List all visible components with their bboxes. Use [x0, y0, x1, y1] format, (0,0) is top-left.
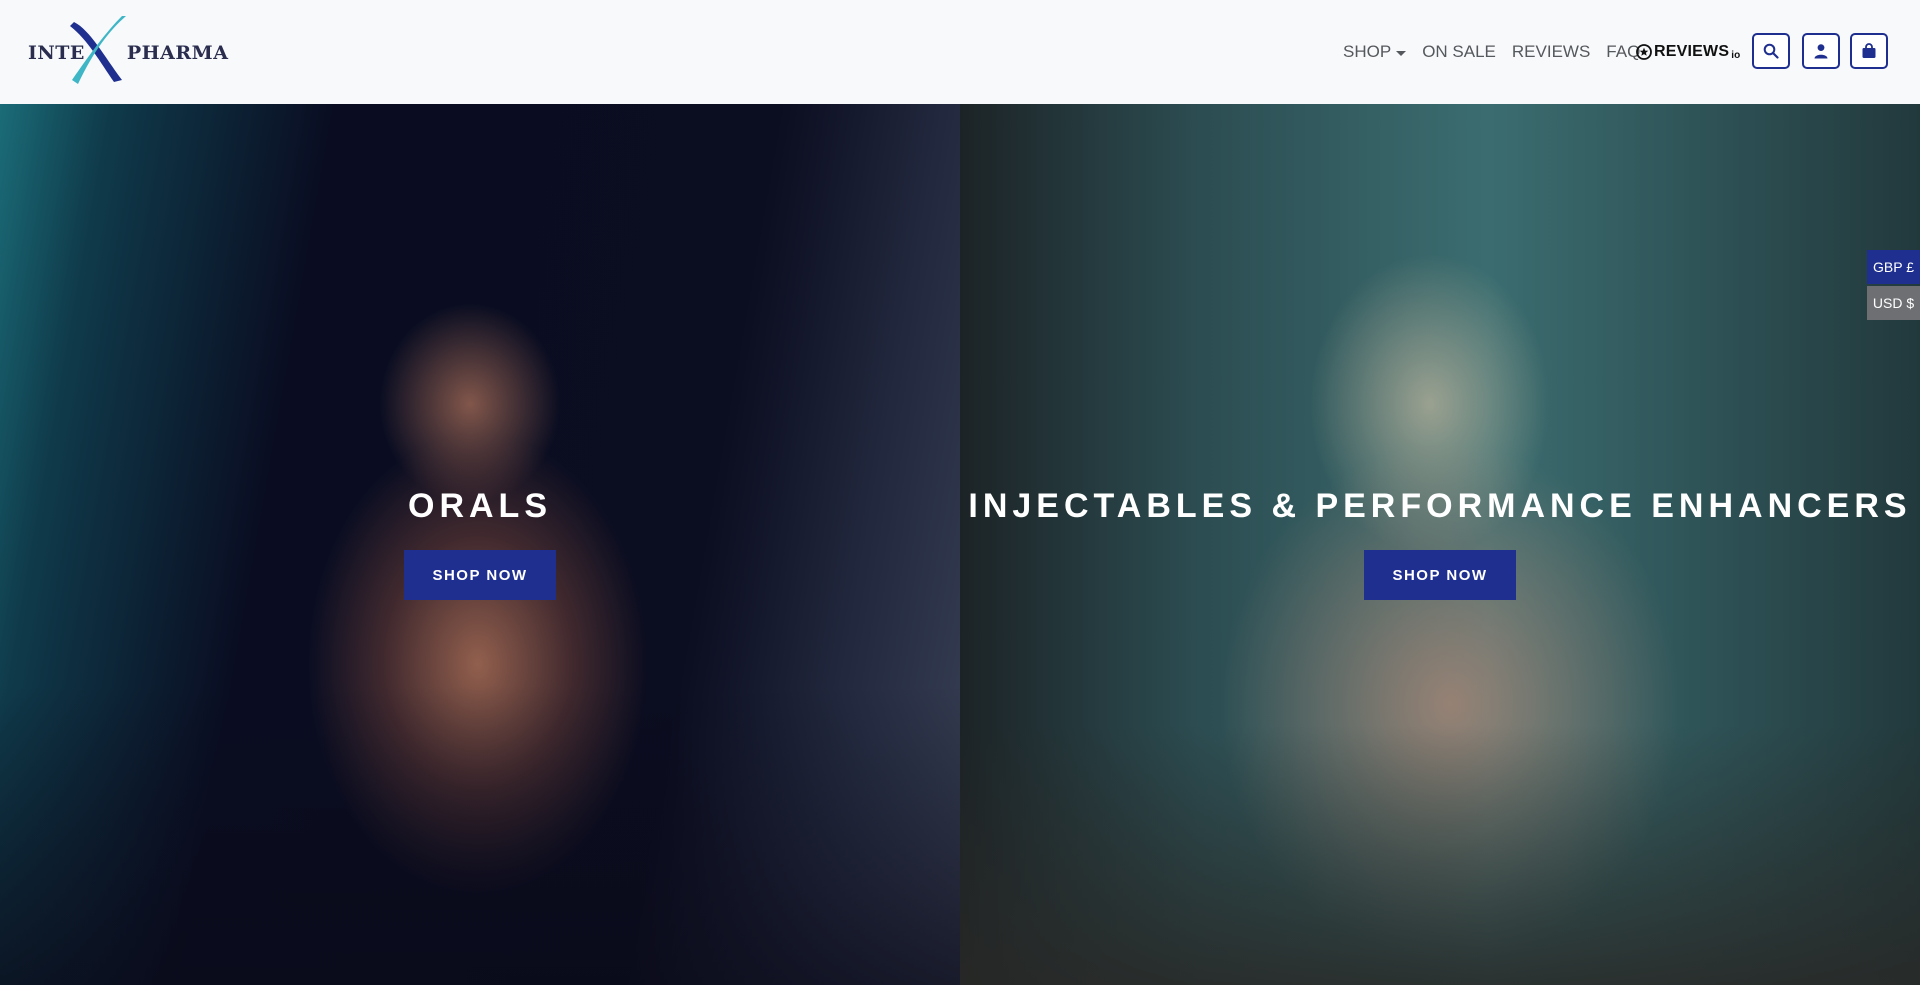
hero-title-injectables: INJECTABLES & PERFORMANCE ENHANCERS — [968, 487, 1912, 525]
logo-text-right: PHARMA — [126, 42, 229, 64]
nav-item-reviews[interactable]: REVIEWS — [1512, 42, 1590, 62]
shop-now-injectables-button[interactable]: SHOP NOW — [1364, 550, 1516, 600]
reviews-badge-text: REVIEWS — [1654, 43, 1730, 60]
nav-item-shop[interactable]: SHOP — [1343, 42, 1407, 62]
main-nav: SHOP ON SALE REVIEWS FAQ — [1343, 40, 1640, 64]
hero-title-orals: ORALS — [408, 487, 552, 525]
caret-down-icon — [1396, 50, 1407, 56]
nav-item-shop-label: SHOP — [1343, 42, 1392, 61]
search-button[interactable] — [1752, 33, 1790, 69]
search-icon — [1763, 43, 1779, 59]
shopping-bag-icon — [1862, 43, 1876, 58]
x-mark-icon — [70, 16, 126, 84]
cart-button[interactable] — [1850, 33, 1888, 69]
site-header: INTE PHARMA SHOP ON SALE REVIEWS FAQ REVI… — [0, 0, 1920, 105]
hero-panel-orals: ORALS SHOP NOW — [0, 104, 960, 985]
nav-item-on-sale[interactable]: ON SALE — [1422, 42, 1496, 62]
star-circle-icon — [1636, 44, 1652, 60]
user-icon — [1814, 44, 1828, 59]
reviews-io-badge[interactable]: REVIEWS io — [1636, 42, 1741, 62]
currency-option-usd[interactable]: USD $ — [1867, 286, 1920, 320]
reviews-badge-suffix: io — [1731, 49, 1741, 61]
account-button[interactable] — [1802, 33, 1840, 69]
shop-now-orals-button[interactable]: SHOP NOW — [404, 550, 556, 600]
logo-wordmark: INTE PHARMA — [28, 42, 228, 70]
site-logo[interactable]: INTE PHARMA — [28, 16, 228, 86]
currency-option-gbp[interactable]: GBP £ — [1867, 250, 1920, 284]
hero-panel-injectables: INJECTABLES & PERFORMANCE ENHANCERS SHOP… — [960, 104, 1920, 985]
